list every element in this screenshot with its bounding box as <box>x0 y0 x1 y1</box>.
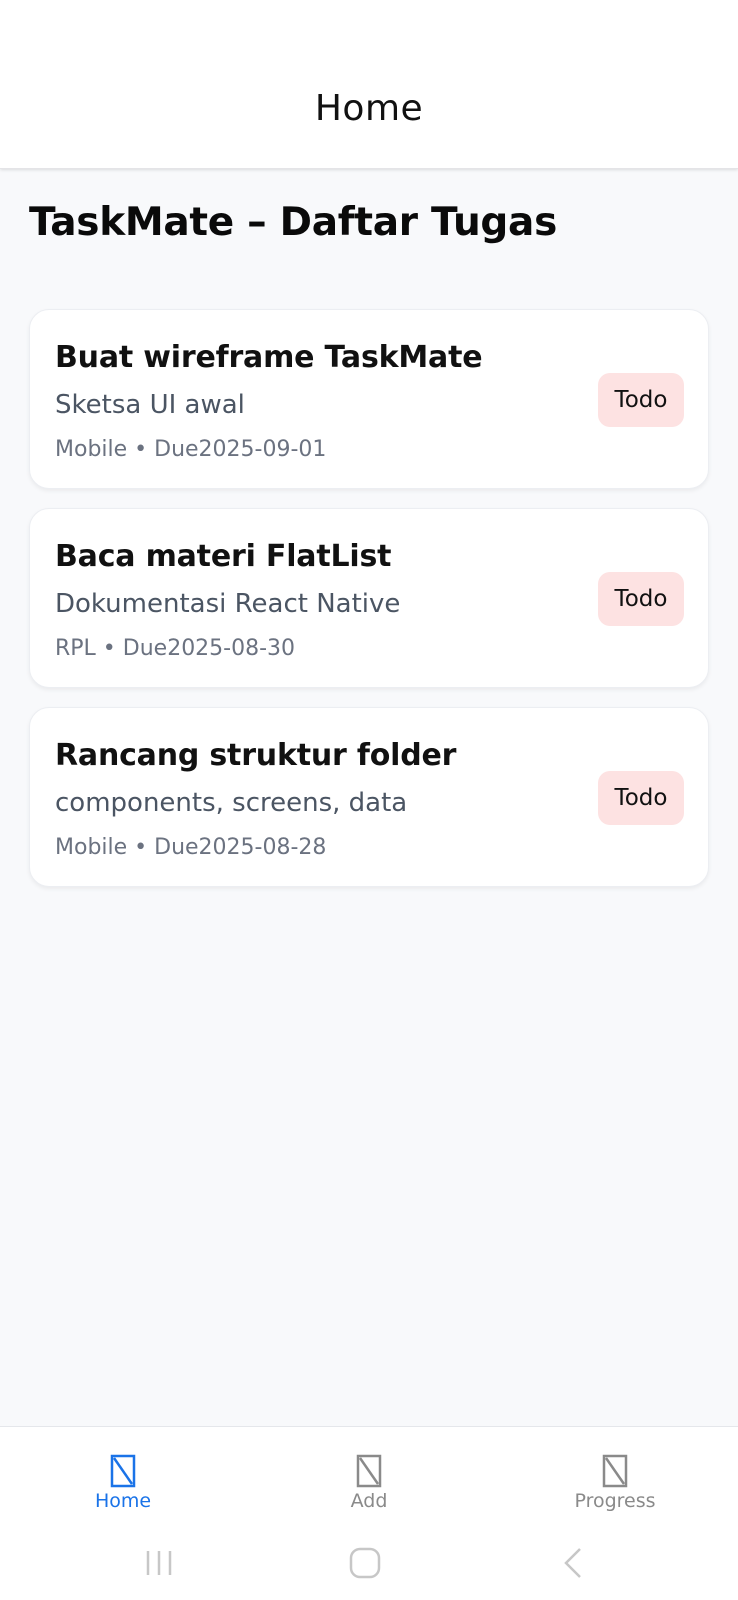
status-badge: Todo <box>598 373 684 427</box>
task-meta: RPL • Due2025-08-30 <box>55 636 296 661</box>
tab-label: Add <box>350 1490 388 1512</box>
task-list: Buat wireframe TaskMate Sketsa UI awal M… <box>29 309 709 906</box>
task-title: Buat wireframe TaskMate <box>55 340 483 375</box>
recent-apps-button[interactable] <box>119 1526 199 1600</box>
home-button-icon <box>349 1547 381 1579</box>
header-title: Home <box>314 88 424 129</box>
page-title: TaskMate – Daftar Tugas <box>29 200 557 245</box>
task-title: Rancang struktur folder <box>55 738 457 773</box>
back-button[interactable] <box>533 1526 613 1600</box>
bottom-tab-bar: Home Add Progress <box>0 1426 738 1526</box>
task-meta: Mobile • Due2025-08-28 <box>55 835 327 860</box>
task-card[interactable]: Buat wireframe TaskMate Sketsa UI awal M… <box>29 309 709 489</box>
placeholder-icon <box>602 1454 628 1488</box>
system-navigation-bar <box>0 1526 738 1600</box>
placeholder-icon <box>356 1454 382 1488</box>
tab-label: Progress <box>574 1490 656 1512</box>
status-badge: Todo <box>598 771 684 825</box>
task-meta: Mobile • Due2025-09-01 <box>55 437 327 462</box>
home-system-button[interactable] <box>325 1526 405 1600</box>
task-title: Baca materi FlatList <box>55 539 392 574</box>
task-description: Sketsa UI awal <box>55 390 245 420</box>
app-header: Home <box>0 0 738 169</box>
back-icon <box>564 1548 581 1578</box>
task-card[interactable]: Rancang struktur folder components, scre… <box>29 707 709 887</box>
task-description: components, screens, data <box>55 788 408 818</box>
tab-progress[interactable]: Progress <box>492 1427 738 1527</box>
task-description: Dokumentasi React Native <box>55 589 401 619</box>
tab-add[interactable]: Add <box>246 1427 492 1527</box>
status-badge: Todo <box>598 572 684 626</box>
placeholder-icon <box>110 1454 136 1488</box>
task-card[interactable]: Baca materi FlatList Dokumentasi React N… <box>29 508 709 688</box>
tab-label: Home <box>94 1490 152 1512</box>
tab-home[interactable]: Home <box>0 1427 246 1527</box>
recent-apps-icon <box>146 1551 172 1575</box>
app-screen: Home TaskMate – Daftar Tugas Buat wirefr… <box>0 0 738 1600</box>
